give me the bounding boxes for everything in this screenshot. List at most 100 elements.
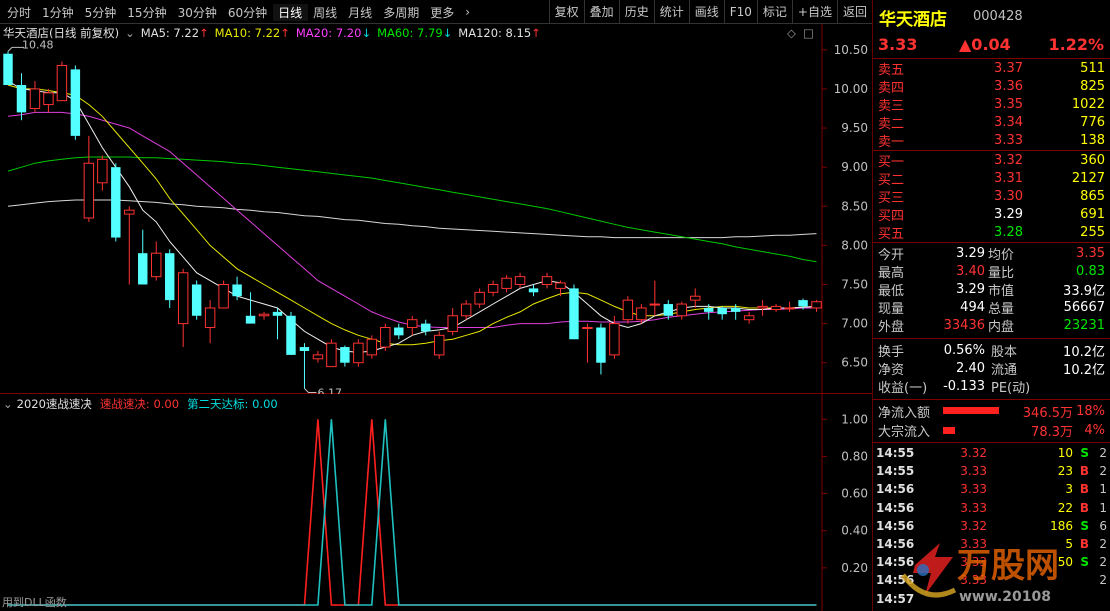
bid-price: 3.32 [994, 152, 1023, 168]
candle-body [743, 315, 755, 321]
candle-body [474, 291, 485, 305]
signal-line-0 [8, 419, 817, 606]
panel-row: 卖二 3.34 776 [873, 114, 1110, 132]
indicator-chart[interactable]: 1.00 0.80 0.60 0.40 0.20 [0, 394, 872, 611]
candle [191, 280, 202, 320]
action-button-1[interactable]: 叠加 [583, 0, 619, 24]
action-button-6[interactable]: 标记 [756, 0, 792, 24]
action-button-8[interactable]: 返回 [836, 0, 872, 24]
candle-body [811, 301, 822, 309]
period-tab-2[interactable]: 5分钟 [80, 4, 123, 21]
bid-price: 3.29 [994, 207, 1023, 223]
panel-row: 今开 3.29 均价 3.35 [873, 244, 1110, 263]
trade-time: 14:55 [876, 464, 915, 479]
panel-row: 现量 494 总量 56667 [873, 299, 1110, 317]
settings-icon[interactable]: ◇ [787, 26, 796, 40]
candle-body [501, 277, 512, 289]
main-kline-chart[interactable]: 10.5010.009.509.008.508.007.507.006.5010… [0, 24, 872, 394]
stock-name: 华天酒店 [879, 10, 947, 30]
period-tab-3[interactable]: 15分钟 [122, 4, 172, 21]
candle-body [582, 327, 593, 330]
bid-price: 3.31 [994, 170, 1023, 186]
candle-body [353, 342, 364, 364]
ask-label: 卖二 [878, 117, 905, 133]
candle-body [245, 315, 256, 324]
action-button-4[interactable]: 画线 [688, 0, 724, 24]
ask-volume: 138 [1080, 133, 1105, 149]
flow-percent: 18% [1076, 403, 1105, 419]
ask-price: 3.37 [994, 60, 1023, 76]
stat-value: 494 [960, 300, 985, 316]
trade-price: 3.33 [960, 482, 987, 497]
indicator-info: ⌄ 2020速战速决 速战速决: 0.00 第二天达标: 0.00 [0, 395, 822, 413]
stat-value: -0.133 [943, 378, 985, 394]
ask-volume: 825 [1080, 78, 1105, 94]
period-tab-10[interactable]: 更多 [425, 4, 460, 21]
action-button-5[interactable]: F10 [723, 0, 757, 24]
panel-row: 14:55 3.32 10 S 2 [873, 444, 1110, 462]
period-tab-8[interactable]: 月线 [343, 4, 378, 21]
period-tab-6[interactable]: 日线 [273, 3, 309, 21]
trade-side: B [1079, 464, 1089, 479]
period-tab-5[interactable]: 60分钟 [223, 4, 273, 21]
indicator-name: 2020速战速决 [16, 397, 92, 411]
period-tab-1[interactable]: 1分钟 [37, 4, 80, 21]
candle-body [704, 307, 714, 312]
stat-label: 换手 [878, 344, 905, 360]
candle [676, 301, 687, 320]
candle [83, 135, 95, 222]
stat-label: 今开 [878, 247, 905, 263]
candle-body [29, 88, 41, 109]
period-tab-9[interactable]: 多周期 [378, 4, 425, 21]
panel-row: 买一 3.32 360 [873, 151, 1110, 170]
panel-row: 14:56 3.33 22 B 1 [873, 499, 1110, 517]
panel-row: 14:55 3.33 23 B 2 [873, 462, 1110, 480]
candle [514, 272, 526, 289]
candle-body [124, 209, 135, 215]
chart-actions: 复权 叠加 历史 统计 画线 F10 标记 +自选 返回 [548, 0, 872, 24]
candle [29, 81, 41, 113]
period-tab-7[interactable]: 周线 [308, 4, 343, 21]
action-button-2[interactable]: 历史 [618, 0, 654, 24]
trade-side: S [1080, 446, 1089, 460]
period-tab-0[interactable]: 分时 [2, 4, 37, 21]
chevron-down-icon[interactable]: ⌄ [125, 26, 135, 40]
panel-row: 买五 3.28 255 [873, 224, 1110, 242]
action-button-0[interactable]: 复权 [548, 0, 584, 24]
bid-label: 买一 [878, 154, 905, 170]
trade-count: 6 [1099, 518, 1107, 533]
candle [541, 272, 553, 289]
candle-body [407, 319, 418, 329]
candle [43, 88, 54, 113]
action-button-3[interactable]: 统计 [653, 0, 689, 24]
period-tab-4[interactable]: 30分钟 [173, 4, 223, 21]
expand-icon[interactable]: □ [803, 26, 814, 40]
bid-label: 买三 [878, 190, 905, 206]
ask-label: 卖四 [878, 80, 905, 96]
action-button-7[interactable]: +自选 [791, 0, 837, 24]
bid-volume: 865 [1080, 188, 1105, 204]
trade-time: 14:56 [876, 482, 915, 497]
chevron-right-icon[interactable]: › [460, 5, 476, 19]
trade-count: 2 [1099, 464, 1107, 479]
candle-body [16, 85, 27, 113]
candle [340, 345, 350, 367]
candle-body [286, 315, 296, 355]
candle-body [784, 307, 795, 310]
panel-row: 卖三 3.35 1022 [873, 95, 1110, 114]
bid-volume: 255 [1080, 225, 1105, 241]
collapse-icon[interactable]: ⌄ [3, 397, 13, 411]
flow-bar [943, 426, 955, 434]
stat-label: 流通 [991, 362, 1018, 378]
sub-y-tick-label: 0.80 [841, 449, 868, 463]
divider [873, 399, 1110, 400]
candle-body [433, 334, 445, 356]
stat-label: 外盘 [878, 320, 905, 336]
trade-volume: 23 [1057, 464, 1073, 479]
candle [151, 241, 162, 281]
ask-price: 3.34 [994, 115, 1023, 131]
ask-volume: 511 [1080, 60, 1105, 76]
candle-body [299, 347, 310, 351]
last-price: 3.33 [878, 35, 918, 54]
candle-body [232, 284, 242, 297]
